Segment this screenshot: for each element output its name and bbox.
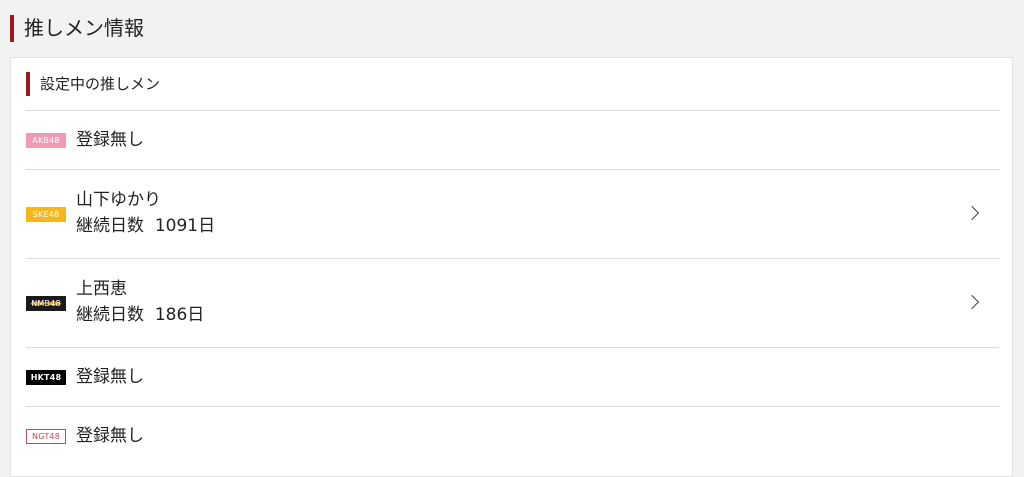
section-accent-bar [26,72,30,96]
akb48-logo: AKB48 [26,133,66,148]
member-name: 上西恵 [76,279,127,299]
group-row-hkt48: HKT48 登録無し [26,348,999,406]
ngt48-logo: NGT48 [26,429,66,444]
chevron-right-icon[interactable] [964,205,980,221]
group-member-name: 登録無し [76,426,144,446]
member-name: 山下ゆかり [76,190,161,210]
group-row-nmb48[interactable]: NMB48 上西恵 継続日数 186日 [26,259,999,347]
nmb48-logo: NMB48 [26,296,66,311]
group-member-name: 登録無し [76,130,144,150]
group-row-akb48: AKB48 登録無し [26,111,999,169]
hkt48-logo: HKT48 [26,370,66,385]
continuation-days-value: 186日 [154,305,205,325]
page-title: 推しメン情報 [24,16,144,40]
continuation-days-value: 1091日 [154,216,216,236]
oshimen-card: 設定中の推しメン AKB48 登録無し SKE48 山下ゆかり 継続日数 109… [10,57,1013,477]
page-header: 推しメン情報 [0,0,1024,58]
group-row-ngt48: NGT48 登録無し [26,407,999,465]
chevron-right-icon[interactable] [964,294,980,310]
continuation-days-label: 継続日数 [76,216,144,236]
continuation-days-label: 継続日数 [76,305,144,325]
group-member-name: 登録無し [76,367,144,387]
section-title: 設定中の推しメン [40,75,161,93]
ske48-logo: SKE48 [26,207,66,222]
header-accent-bar [10,15,14,42]
group-row-ske48[interactable]: SKE48 山下ゆかり 継続日数 1091日 [26,170,999,258]
continuation-days: 継続日数 1091日 [76,213,215,239]
continuation-days: 継続日数 186日 [76,302,204,328]
